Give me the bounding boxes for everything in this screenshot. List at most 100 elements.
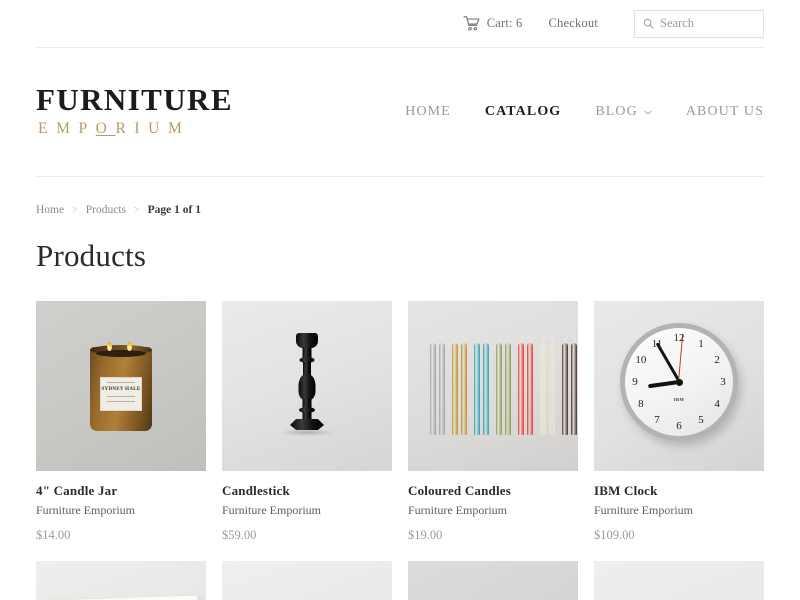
- clock-numeral: 5: [698, 414, 704, 427]
- clock-face: IBM 12 1 2 3 4 5 6 7 8 9 10 11: [620, 323, 738, 441]
- picture-frame: [48, 594, 202, 600]
- candle-taper: [549, 343, 555, 435]
- utility-bar: Cart: 6 Checkout: [0, 0, 800, 47]
- nav-item-about-us-label: ABOUT US: [685, 104, 764, 119]
- nav-item-blog[interactable]: BLOG: [595, 104, 652, 120]
- candle-taper: [496, 343, 502, 435]
- clock-numeral: 8: [638, 398, 644, 410]
- chevron-down-icon: [644, 110, 652, 115]
- breadcrumb-separator: >: [72, 204, 78, 216]
- site-logo[interactable]: FURNITURE EMPORIUM: [36, 84, 233, 140]
- search-icon: [643, 18, 654, 29]
- cart-label: Cart: 6: [486, 16, 523, 30]
- candle-jar-label: SYDNEY HALE: [100, 377, 142, 411]
- breadcrumb-home[interactable]: Home: [36, 204, 64, 216]
- product-image-ibm-clock[interactable]: IBM 12 1 2 3 4 5 6 7 8 9 10 11: [594, 301, 764, 471]
- product-title[interactable]: Coloured Candles: [408, 483, 578, 499]
- product-title[interactable]: IBM Clock: [594, 483, 764, 499]
- logo-secondary-text: EMPORIUM: [38, 117, 233, 140]
- product-card[interactable]: IBM 12 1 2 3 4 5 6 7 8 9 10 11 IBM Clock Furniture …: [594, 301, 764, 543]
- product-title[interactable]: 4" Candle Jar: [36, 483, 206, 499]
- flame-icon: [127, 342, 132, 351]
- candle-taper: [439, 343, 445, 435]
- logo-secondary-after: RIUM: [115, 119, 191, 137]
- product-card[interactable]: [36, 561, 206, 600]
- product-image-framed-art[interactable]: [36, 561, 206, 600]
- candlestick-cup: [296, 333, 318, 348]
- nav-item-catalog-label: CATALOG: [484, 104, 562, 119]
- product-vendor: Furniture Emporium: [222, 503, 321, 517]
- storefront-page: Cart: 6 Checkout FURNITURE EMPORIUM HOME…: [0, 0, 800, 600]
- product-image-coloured-candles[interactable]: [408, 301, 578, 471]
- product-image-round-mirrors[interactable]: [594, 561, 764, 600]
- flame-icon: [107, 342, 112, 351]
- candle-taper: [518, 343, 524, 435]
- product-card[interactable]: [222, 561, 392, 600]
- candle-pair: [430, 335, 446, 435]
- candle-pair: [518, 335, 534, 435]
- product-grid: SYDNEY HALE 4" Candle Jar Furniture Empo…: [36, 301, 764, 600]
- product-price: $109.00: [594, 528, 635, 542]
- candle-pair: [540, 335, 556, 435]
- clock-numeral: 3: [720, 376, 726, 388]
- site-header: FURNITURE EMPORIUM HOME CATALOG BLOG ABO…: [0, 48, 800, 176]
- nav-item-catalog[interactable]: CATALOG: [485, 104, 561, 120]
- product-image-candle-jar[interactable]: SYDNEY HALE: [36, 301, 206, 471]
- candle-jar-wax: [96, 350, 146, 357]
- page-title: Products: [36, 238, 147, 273]
- logo-primary-text: FURNITURE: [36, 82, 233, 118]
- product-card[interactable]: Candlestick Furniture Emporium $59.00: [222, 301, 392, 543]
- search-input[interactable]: [660, 16, 755, 31]
- candle-taper: [474, 343, 480, 435]
- clock-numeral: 4: [714, 398, 720, 410]
- clock-numeral: 6: [676, 420, 682, 432]
- product-image-candlestick[interactable]: [222, 301, 392, 471]
- product-card[interactable]: Coloured Candles Furniture Emporium $19.…: [408, 301, 578, 543]
- candlestick-body: [298, 374, 316, 400]
- nav-item-home[interactable]: HOME: [405, 104, 451, 120]
- product-vendor: Furniture Emporium: [408, 503, 507, 517]
- logo-secondary-underlined: O: [95, 119, 116, 137]
- product-card[interactable]: SYDNEY HALE 4" Candle Jar Furniture Empo…: [36, 301, 206, 543]
- clock-hour-hand: [648, 380, 680, 389]
- candle-taper: [527, 343, 533, 435]
- candle-pair: [496, 335, 512, 435]
- search-box[interactable]: [634, 9, 764, 38]
- candle-pair: [474, 335, 490, 435]
- clock-brand-label: IBM: [673, 397, 685, 403]
- nav-item-about-us[interactable]: ABOUT US: [686, 104, 764, 120]
- product-title[interactable]: Candlestick: [222, 483, 392, 499]
- clock-numeral: 1: [698, 337, 704, 350]
- main-nav: HOME CATALOG BLOG ABOUT US: [405, 104, 764, 120]
- breadcrumb: Home > Products > Page 1 of 1: [0, 177, 800, 216]
- product-vendor: Furniture Emporium: [594, 503, 693, 517]
- candle-taper: [483, 343, 489, 435]
- nav-item-home-label: HOME: [405, 104, 451, 119]
- candle-pair: [562, 335, 578, 435]
- breadcrumb-current: Page 1 of 1: [147, 204, 201, 216]
- clock-center-cap: [675, 378, 683, 386]
- product-price: $59.00: [222, 528, 257, 542]
- candle-taper: [430, 343, 436, 435]
- breadcrumb-separator: >: [134, 204, 140, 216]
- cart-link[interactable]: Cart: 6: [463, 16, 523, 31]
- nav-item-blog-label: BLOG: [595, 104, 638, 119]
- candle-taper: [452, 343, 458, 435]
- checkout-link[interactable]: Checkout: [548, 16, 598, 31]
- candle-taper: [562, 343, 568, 435]
- candle-taper: [461, 343, 467, 435]
- breadcrumb-products[interactable]: Products: [86, 204, 126, 216]
- clock-numeral: 2: [714, 354, 720, 366]
- product-card[interactable]: [594, 561, 764, 600]
- candle-taper: [540, 343, 546, 435]
- candle-taper: [505, 343, 511, 435]
- product-image-yellow-clock[interactable]: 11121: [408, 561, 578, 600]
- product-image-wall-hooks[interactable]: [222, 561, 392, 600]
- shopping-cart-icon: [463, 16, 480, 31]
- clock-numeral: 9: [632, 376, 638, 388]
- product-card[interactable]: 11121: [408, 561, 578, 600]
- candle-taper: [571, 343, 577, 435]
- clock-numeral: 12: [673, 332, 685, 344]
- clock-numeral: 10: [635, 354, 647, 366]
- product-vendor: Furniture Emporium: [36, 503, 135, 517]
